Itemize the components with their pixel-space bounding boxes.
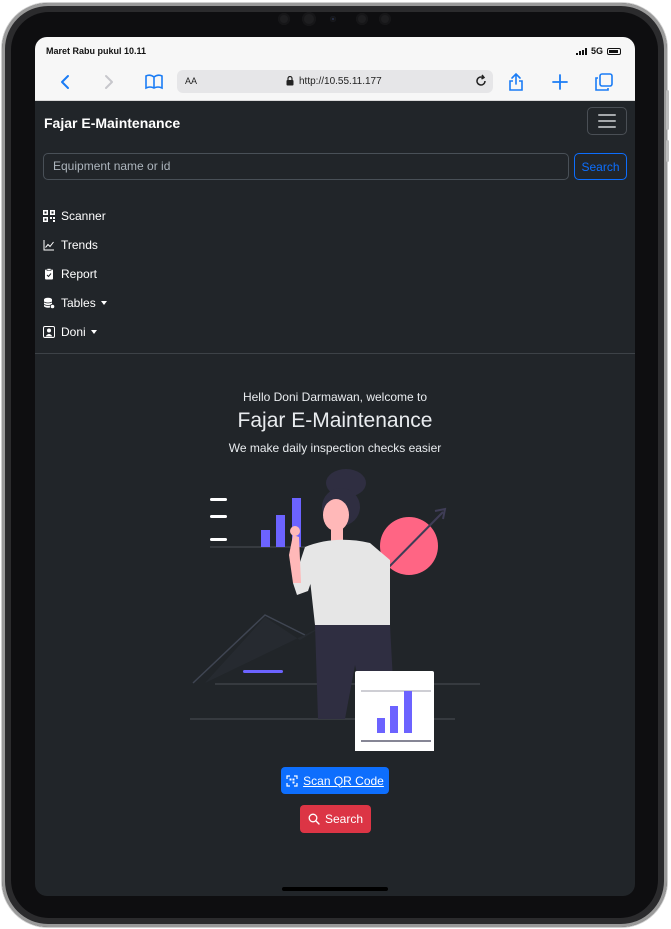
nav-item-label: Tables <box>61 295 96 310</box>
camera-dot-far-right <box>379 13 391 25</box>
nav-item-label: Doni <box>61 324 86 339</box>
url-text: http://10.55.11.177 <box>299 76 382 87</box>
lock-icon <box>286 76 294 86</box>
signal-icon <box>575 47 587 55</box>
camera-dot-right <box>356 13 368 25</box>
hamburger-icon-line <box>598 120 616 122</box>
nav-menu: Scanner Trends Report Tables Doni <box>43 201 107 346</box>
hamburger-icon-line <box>598 114 616 116</box>
bookmarks-icon[interactable] <box>143 71 165 93</box>
hero-search-button[interactable]: Search <box>300 805 371 833</box>
screen: Maret Rabu pukul 10.11 5G AA http://10.5… <box>35 37 635 896</box>
dropdown-caret-icon <box>90 329 97 334</box>
nav-item-tables[interactable]: Tables <box>43 288 107 317</box>
hamburger-icon-line <box>598 126 616 128</box>
qr-code-icon <box>43 209 55 222</box>
navbar-toggler-button[interactable] <box>587 107 627 135</box>
chart-line-icon <box>43 239 55 251</box>
reload-icon[interactable] <box>474 74 488 88</box>
battery-icon <box>607 47 621 55</box>
back-icon[interactable] <box>54 71 76 93</box>
status-bar: Maret Rabu pukul 10.11 5G <box>35 37 635 63</box>
welcome-greeting: Hello Doni Darmawan, welcome to <box>242 390 428 404</box>
qr-scan-icon <box>286 774 298 787</box>
equipment-search-input[interactable]: Equipment name or id <box>43 153 569 180</box>
hero-subtitle: We make daily inspection checks easier <box>228 441 442 455</box>
search-button[interactable]: Search <box>574 153 627 180</box>
power-button <box>666 140 669 162</box>
forward-icon[interactable] <box>98 71 120 93</box>
address-bar[interactable]: AA http://10.55.11.177 <box>177 70 493 93</box>
browser-toolbar: AA http://10.55.11.177 <box>35 63 635 101</box>
share-icon[interactable] <box>505 71 527 93</box>
hero-search-label: Search <box>324 812 364 826</box>
nav-item-report[interactable]: Report <box>43 259 107 288</box>
scan-qr-code-button[interactable]: Scan QR Code <box>281 767 389 794</box>
hero-title: Fajar E-Maintenance <box>237 409 433 432</box>
dropdown-caret-icon <box>100 300 107 305</box>
new-tab-icon[interactable] <box>549 71 571 93</box>
status-time: Maret Rabu pukul 10.11 <box>46 46 147 56</box>
text-size-button[interactable]: AA <box>185 76 197 86</box>
navbar-divider <box>35 353 635 354</box>
home-indicator[interactable] <box>282 887 388 891</box>
nav-item-trends[interactable]: Trends <box>43 230 107 259</box>
camera-lens <box>302 12 316 26</box>
scan-qr-code-label: Scan QR Code <box>303 773 384 788</box>
volume-button <box>666 90 669 130</box>
network-label: 5G <box>590 46 603 56</box>
status-indicators: 5G <box>575 46 621 56</box>
database-icon <box>43 297 55 309</box>
nav-item-label: Scanner <box>61 208 106 223</box>
nav-item-label: Report <box>61 266 98 281</box>
sensor-dot <box>330 16 336 22</box>
maintenance-illustration <box>190 469 480 751</box>
search-icon <box>308 813 320 825</box>
nav-item-label: Trends <box>61 237 98 252</box>
camera-dot <box>278 13 290 25</box>
clipboard-icon <box>43 267 55 280</box>
nav-item-user[interactable]: Doni <box>43 317 107 346</box>
nav-item-scanner[interactable]: Scanner <box>43 201 107 230</box>
user-icon <box>43 325 55 338</box>
brand-title[interactable]: Fajar E-Maintenance <box>44 115 180 131</box>
tabs-icon[interactable] <box>593 71 615 93</box>
